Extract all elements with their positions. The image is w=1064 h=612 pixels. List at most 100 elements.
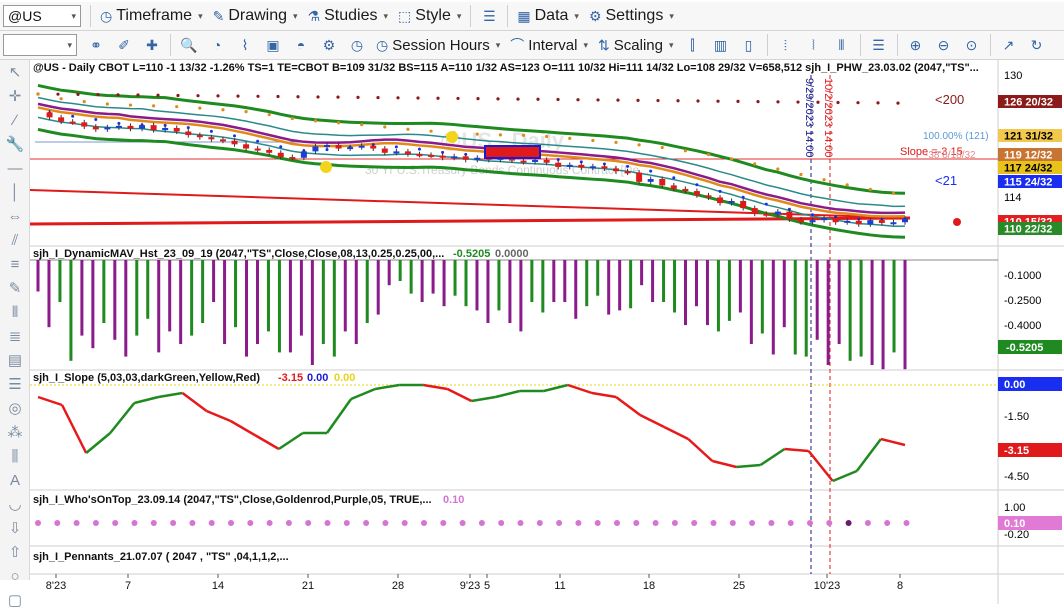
dmav-bar (859, 260, 863, 357)
bar-chart-icon[interactable]: ⫿ (682, 34, 704, 56)
dmav-bar (596, 260, 600, 296)
annotation-small: -38 8/18/32 (925, 150, 976, 161)
pattern-icon[interactable]: ⁂ (0, 420, 30, 444)
pencil-icon[interactable]: ✎ (0, 276, 30, 300)
clock-tool-icon[interactable]: ◷ (346, 34, 368, 56)
crosshair-icon[interactable]: ✛ (0, 84, 30, 108)
link-icon[interactable]: ⚭ (85, 34, 107, 56)
levels-icon[interactable]: ☰ (0, 372, 30, 396)
price-axis-tick: 130 (1004, 70, 1022, 82)
fibonacci-icon[interactable]: ≣ (0, 324, 30, 348)
brush-icon[interactable]: ✐ (113, 34, 135, 56)
dmav-bar (354, 260, 358, 344)
ma-dot (429, 129, 433, 133)
dmav-bar (376, 260, 380, 315)
trendline-icon[interactable]: ∕ (0, 108, 30, 132)
ma21-dot (718, 189, 722, 193)
ma-dot (568, 136, 572, 141)
dmav-bar (223, 260, 227, 344)
vertical-line-icon[interactable]: │ (0, 180, 30, 204)
zoom-out-icon[interactable]: ⊖ (933, 34, 955, 56)
session-hours-menu[interactable]: ◷ Session Hours ▾ (371, 33, 505, 57)
arrow-down-icon[interactable]: ⇩ (0, 516, 30, 540)
grid-icon[interactable]: ▤ (0, 348, 30, 372)
drawing-menu[interactable]: ✎ Drawing ▾ (208, 4, 303, 28)
ma-dot (36, 92, 40, 96)
scaling-label: Scaling (613, 36, 663, 54)
timeframe-menu[interactable]: ◷ Timeframe ▾ (95, 4, 208, 28)
zoom-in-icon[interactable]: ⊕ (905, 34, 927, 56)
data-menu[interactable]: ▦ Data ▾ (512, 4, 584, 28)
palette-icon[interactable]: ◓ (290, 34, 312, 56)
ma-dot (868, 187, 872, 191)
drawing-label: Drawing (228, 7, 288, 24)
dmav-bar (837, 260, 841, 344)
studies-menu[interactable]: ⚗ Studies ▾ (303, 4, 393, 28)
rectangle-icon[interactable]: ▢ (0, 588, 30, 612)
drawing-selector[interactable]: ▾ (3, 34, 77, 56)
chevron-down-icon[interactable]: ▾ (67, 40, 72, 51)
candlestick-icon[interactable]: ▥ (710, 34, 732, 56)
dmav-bar (662, 260, 666, 302)
chart-line-icon[interactable]: ⌇ (234, 34, 256, 56)
candle-down (636, 172, 643, 182)
ma21-dot (394, 145, 398, 149)
price-label-text: 121 31/32 (1004, 131, 1053, 143)
candle-down (832, 217, 839, 223)
dmav-bar (409, 260, 413, 294)
candle-up (139, 125, 146, 129)
compress-icon[interactable]: ⦚ (803, 34, 825, 56)
panes-icon[interactable]: ☰ (868, 34, 890, 56)
data-icon: ▦ (517, 7, 531, 24)
interval-menu[interactable]: ⌒ Interval ▾ (505, 33, 593, 57)
select-arrow-icon[interactable]: ↖ (0, 60, 30, 84)
bars-icon[interactable]: ⦀ (0, 300, 30, 324)
measure-icon[interactable]: ⇔ (0, 204, 30, 228)
symbol-input[interactable]: @US ▾ (3, 5, 81, 27)
refresh-icon[interactable]: ↻ (1026, 34, 1048, 56)
who-dot (54, 520, 61, 526)
wrench-icon[interactable]: 🔧 (0, 132, 30, 156)
dmav-bar (310, 260, 314, 365)
scaling-menu[interactable]: ⇅ Scaling ▾ (593, 33, 678, 57)
gann-icon[interactable]: ◎ (0, 396, 30, 420)
time-axis-label: 11 (554, 580, 565, 592)
zoom-icon[interactable]: 🔍 (178, 34, 200, 56)
arrow-up-icon[interactable]: ⇧ (0, 540, 30, 564)
chart-area[interactable]: @US - Daily 30 Yr U.S.Treasury Bonds Con… (30, 60, 1064, 604)
text-icon[interactable]: A (0, 468, 30, 492)
image-icon[interactable]: ▣ (262, 34, 284, 56)
who-dot (517, 520, 524, 526)
interval-label: Interval (528, 36, 578, 54)
who-dot (691, 520, 698, 526)
hollow-candle-icon[interactable]: ▯ (738, 34, 760, 56)
ma200-dot (716, 99, 720, 103)
candle-down (717, 197, 724, 204)
crosshair-icon[interactable]: ✚ (141, 34, 163, 56)
horizontal-line-icon[interactable]: — (0, 156, 30, 180)
candle-up (647, 179, 654, 182)
settings-menu[interactable]: ⚙ Settings ▾ (584, 4, 679, 28)
spread-icon[interactable]: ⦙ (775, 34, 797, 56)
layout-icon[interactable]: ☰ (478, 5, 500, 27)
chevron-down-icon[interactable]: ▾ (71, 11, 76, 22)
ma-dot (59, 97, 63, 101)
circle-icon[interactable]: ○ (0, 564, 30, 588)
ma200-dot (396, 96, 400, 100)
dmav-bar (157, 260, 161, 353)
candle-down (543, 159, 550, 163)
ma-dot (244, 110, 248, 114)
ruler-icon[interactable]: ⫼ (0, 444, 30, 468)
trend-icon[interactable]: ↗ (998, 34, 1020, 56)
expand-icon[interactable]: ⦀ (831, 34, 853, 56)
dmav-bar (431, 260, 435, 294)
dmav-bar (47, 260, 51, 328)
who-dot (73, 520, 80, 526)
network-icon[interactable]: ⚙ (318, 34, 340, 56)
zoom-reset-icon[interactable]: ⊙ (961, 34, 983, 56)
arc-icon[interactable]: ◡ (0, 492, 30, 516)
gauge-icon[interactable]: ◔ (206, 34, 228, 56)
style-menu[interactable]: ⬚ Style ▾ (393, 4, 466, 28)
parallel-icon[interactable]: ≡ (0, 252, 30, 276)
channel-icon[interactable]: ⫽ (0, 228, 30, 252)
